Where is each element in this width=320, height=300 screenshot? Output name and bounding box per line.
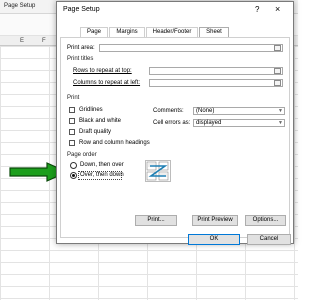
cols-repeat-label: Columns to repeat at left: <box>73 80 141 86</box>
cancel-button[interactable]: Cancel <box>247 234 291 245</box>
rows-repeat-label: Rows to repeat at top: <box>73 68 132 74</box>
sheet-tab-panel: Print area: Print titles Rows to repeat … <box>60 37 290 238</box>
print-button[interactable]: Print... <box>135 215 177 226</box>
row-col-headings-checkbox[interactable] <box>69 140 75 146</box>
chevron-down-icon[interactable]: ▼ <box>277 108 284 114</box>
page-order-preview-icon <box>145 160 171 182</box>
draft-quality-label[interactable]: Draft quality <box>79 129 111 135</box>
cell-errors-value: displayed <box>196 120 222 126</box>
cell-errors-label: Cell errors as: <box>153 120 191 126</box>
print-preview-button[interactable]: Print Preview <box>192 215 238 226</box>
print-section-heading: Print <box>67 95 80 101</box>
gridlines-label[interactable]: Gridlines <box>79 107 103 113</box>
down-then-over-label[interactable]: Down, then over <box>80 162 124 168</box>
column-header-f[interactable]: F <box>42 38 46 44</box>
comments-value: (None) <box>196 108 215 114</box>
rows-repeat-input[interactable] <box>149 67 283 75</box>
row-col-headings-label[interactable]: Row and column headings <box>79 140 150 146</box>
over-then-down-label[interactable]: Over, then down <box>80 172 124 178</box>
tab-page[interactable]: Page <box>80 27 108 37</box>
page-setup-dialog: Page Setup ? × Page Margins Header/Foote… <box>56 1 294 245</box>
cols-repeat-input[interactable] <box>149 79 283 87</box>
over-then-down-radio[interactable] <box>70 172 77 179</box>
ok-button[interactable]: OK <box>188 234 240 245</box>
print-titles-heading: Print titles <box>67 56 94 62</box>
print-area-label: Print area: <box>67 45 95 51</box>
print-area-input[interactable] <box>99 44 283 52</box>
down-then-over-radio[interactable] <box>70 162 77 169</box>
draft-quality-checkbox[interactable] <box>69 129 75 135</box>
collapse-dialog-icon[interactable] <box>274 45 281 51</box>
radio-selected-dot <box>72 174 75 177</box>
page-order-heading: Page order <box>67 152 97 158</box>
column-header-e[interactable]: E <box>20 38 24 44</box>
cell-errors-select[interactable]: displayed ▼ <box>193 119 285 127</box>
black-white-checkbox[interactable] <box>69 118 75 124</box>
collapse-dialog-icon[interactable] <box>274 80 281 86</box>
excel-title: Page Setup <box>4 3 36 9</box>
comments-label: Comments: <box>153 108 184 114</box>
collapse-dialog-icon[interactable] <box>274 68 281 74</box>
tab-header-footer[interactable]: Header/Footer <box>146 27 198 37</box>
help-button[interactable]: ? <box>255 5 259 14</box>
gridlines-checkbox[interactable] <box>69 107 75 113</box>
dialog-title: Page Setup <box>63 6 100 13</box>
dialog-titlebar[interactable]: Page Setup ? × <box>57 2 293 20</box>
chevron-down-icon[interactable]: ▼ <box>277 120 284 126</box>
comments-select[interactable]: (None) ▼ <box>193 107 285 115</box>
black-white-label[interactable]: Black and white <box>79 118 121 124</box>
close-button[interactable]: × <box>275 4 280 14</box>
tab-margins[interactable]: Margins <box>109 27 145 37</box>
options-button[interactable]: Options... <box>245 215 286 226</box>
